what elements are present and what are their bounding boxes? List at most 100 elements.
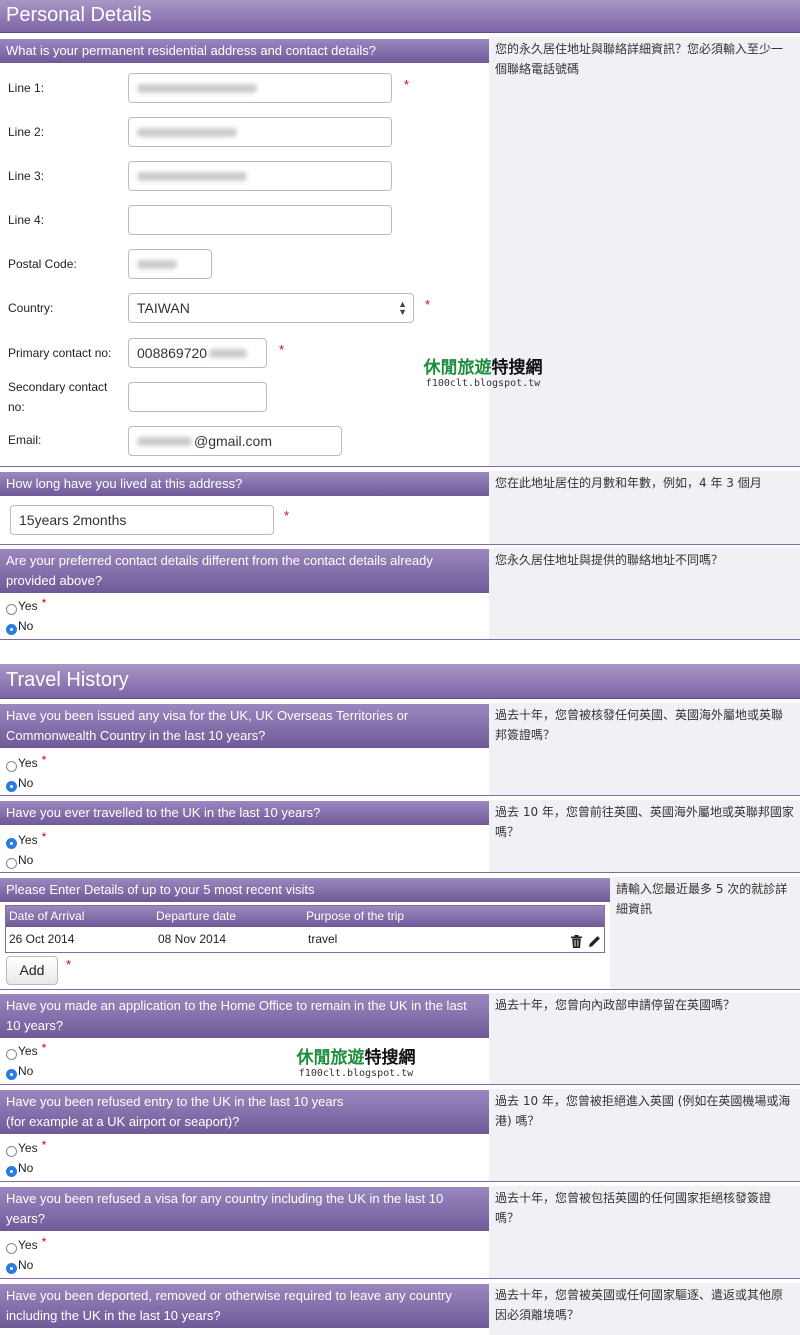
- watermark-text: 休閒旅遊特搜網: [296, 1048, 416, 1068]
- col-departure-date: Departure date: [156, 909, 237, 923]
- cell-arrival: 26 Oct 2014: [9, 932, 75, 946]
- address-question: What is your permanent residential addre…: [0, 39, 489, 63]
- deported-block: 過去十年，您曾被英國或任何國家驅逐、遣返或其他原因必須離境嗎？ Have you…: [0, 1283, 800, 1335]
- line1-label: Line 1:: [8, 81, 45, 95]
- watermark-text: 休閒旅遊特搜網: [423, 358, 543, 378]
- section-title-personal: Personal Details: [0, 0, 800, 33]
- radio-no[interactable]: [6, 1068, 17, 1080]
- visits-table-header: Date of Arrival Departure date Purpose o…: [6, 906, 604, 927]
- refused-entry-line1: Have you been refused entry to the UK in…: [6, 1094, 344, 1109]
- radio-yes[interactable]: [6, 1242, 17, 1254]
- col-purpose: Purpose of the trip: [306, 909, 405, 923]
- country-value: TAIWAN: [137, 300, 190, 316]
- cell-purpose: travel: [308, 932, 338, 946]
- line2-input[interactable]: [128, 117, 392, 147]
- section-title-travel: Travel History: [0, 664, 800, 699]
- line1-input[interactable]: [128, 73, 392, 103]
- address-block: 您的永久居住地址與聯絡詳細資訊？您必須輸入至少一個聯絡電話號碼 What is …: [0, 37, 800, 467]
- preferred-contact-note: 您永久居住地址與提供的聯絡地址不同嗎？: [489, 548, 800, 639]
- travelled-uk-block: 過去 10 年，您曾前往英國、英國海外屬地或英聯邦國家嗎？ Have you e…: [0, 800, 800, 873]
- refused-visa-yes[interactable]: Yes *: [6, 1235, 46, 1254]
- trash-icon[interactable]: [571, 932, 582, 956]
- radio-no[interactable]: [6, 623, 17, 635]
- refused-visa-question: Have you been refused a visa for any cou…: [0, 1187, 489, 1231]
- home-office-note: 過去十年，您曾向內政部申請停留在英國嗎？: [489, 993, 800, 1084]
- select-arrows-icon: ▲ ▼: [398, 299, 407, 317]
- radio-yes[interactable]: [6, 603, 17, 615]
- required-marker: *: [284, 508, 290, 523]
- visit-issued-block: 過去十年，您曾被核發任何英國、英國海外屬地或英聯邦簽證嗎？ Have you b…: [0, 703, 800, 796]
- visits-heading: Please Enter Details of up to your 5 mos…: [0, 878, 610, 902]
- home-office-yes[interactable]: Yes *: [6, 1041, 46, 1060]
- how-long-question: How long have you lived at this address?: [0, 472, 489, 496]
- how-long-block: 您在此地址居住的月數和年數，例如，4 年 3 個月 How long have …: [0, 471, 800, 545]
- postal-code-input[interactable]: [128, 249, 212, 279]
- required-marker: *: [425, 297, 431, 312]
- refused-visa-block: 過去十年，您曾被包括英國的任何國家拒絕核發簽證嗎？ Have you been …: [0, 1186, 800, 1279]
- travelled-uk-yes[interactable]: Yes *: [6, 830, 46, 849]
- add-button[interactable]: Add: [6, 956, 58, 985]
- cell-departure: 08 Nov 2014: [158, 932, 227, 946]
- primary-contact-value: 008869720: [137, 345, 208, 361]
- primary-contact-label: Primary contact no:: [8, 346, 112, 360]
- travelled-uk-question: Have you ever travelled to the UK in the…: [0, 801, 489, 825]
- table-row: 26 Oct 2014 08 Nov 2014 travel: [6, 927, 604, 951]
- radio-no[interactable]: [6, 1262, 17, 1274]
- line4-input[interactable]: [128, 205, 392, 235]
- deported-note: 過去十年，您曾被英國或任何國家驅逐、遣返或其他原因必須離境嗎？: [489, 1283, 800, 1335]
- refused-entry-yes[interactable]: Yes *: [6, 1138, 46, 1157]
- col-date-of-arrival: Date of Arrival: [9, 909, 85, 923]
- refused-entry-block: 過去 10 年，您曾被拒絕進入英國 (例如在英國機場或海港) 嗎？ Have y…: [0, 1089, 800, 1182]
- required-marker: *: [404, 77, 410, 92]
- email-label: Email:: [8, 433, 42, 447]
- radio-yes[interactable]: [6, 760, 17, 772]
- refused-visa-note: 過去十年，您曾被包括英國的任何國家拒絕核發簽證嗎？: [489, 1186, 800, 1278]
- primary-contact-input[interactable]: 008869720: [128, 338, 267, 368]
- line3-input[interactable]: [128, 161, 392, 191]
- refused-visa-no[interactable]: No: [6, 1257, 33, 1274]
- preferred-yes-option[interactable]: Yes *: [6, 596, 46, 615]
- edit-pencil-icon[interactable]: [588, 932, 601, 956]
- refused-entry-question: Have you been refused entry to the UK in…: [0, 1090, 489, 1134]
- required-marker: *: [279, 342, 285, 357]
- required-marker: *: [66, 957, 72, 972]
- visits-note: 請輸入您最近最多 5 次的就診詳細資訊: [610, 877, 800, 989]
- home-office-block: 過去十年，您曾向內政部申請停留在英國嗎？ Have you made an ap…: [0, 993, 800, 1085]
- preferred-contact-block: 您永久居住地址與提供的聯絡地址不同嗎？ Are your preferred c…: [0, 548, 800, 640]
- visits-block: 請輸入您最近最多 5 次的就診詳細資訊 Please Enter Details…: [0, 877, 800, 990]
- preferred-no-option[interactable]: No: [6, 618, 33, 635]
- radio-no[interactable]: [6, 780, 17, 792]
- visa-issued-no[interactable]: No: [6, 775, 33, 792]
- radio-no[interactable]: [6, 1165, 17, 1177]
- email-input[interactable]: @gmail.com: [128, 426, 342, 456]
- secondary-contact-label: Secondary contact no:: [8, 380, 108, 414]
- home-office-no[interactable]: No: [6, 1063, 33, 1080]
- radio-yes[interactable]: [6, 837, 17, 849]
- deported-question: Have you been deported, removed or other…: [0, 1284, 489, 1328]
- line3-label: Line 3:: [8, 169, 45, 183]
- radio-yes[interactable]: [6, 1048, 17, 1060]
- line2-label: Line 2:: [8, 125, 45, 139]
- visa-issued-note: 過去十年，您曾被核發任何英國、英國海外屬地或英聯邦簽證嗎？: [489, 703, 800, 795]
- watermark: 休閒旅遊特搜網 f100clt.blogspot.tw: [418, 353, 548, 389]
- radio-no[interactable]: [6, 857, 17, 869]
- radio-yes[interactable]: [6, 1145, 17, 1157]
- secondary-contact-input[interactable]: [128, 382, 267, 412]
- how-long-note: 您在此地址居住的月數和年數，例如，4 年 3 個月: [489, 471, 800, 544]
- refused-entry-note: 過去 10 年，您曾被拒絕進入英國 (例如在英國機場或海港) 嗎？: [489, 1089, 800, 1181]
- visa-issued-question: Have you been issued any visa for the UK…: [0, 704, 489, 748]
- refused-entry-no[interactable]: No: [6, 1160, 33, 1177]
- country-label: Country:: [8, 301, 54, 315]
- address-note: 您的永久居住地址與聯絡詳細資訊？您必須輸入至少一個聯絡電話號碼: [489, 37, 800, 466]
- watermark: 休閒旅遊特搜網 f100clt.blogspot.tw: [290, 1043, 422, 1079]
- visits-table: Date of Arrival Departure date Purpose o…: [5, 905, 605, 953]
- country-select[interactable]: TAIWAN ▲ ▼: [128, 293, 414, 323]
- refused-entry-line2: (for example at a UK airport or seaport)…: [6, 1114, 240, 1129]
- travelled-uk-no[interactable]: No: [6, 852, 33, 869]
- how-long-input[interactable]: 15years 2months: [10, 505, 274, 535]
- visa-issued-yes[interactable]: Yes *: [6, 753, 46, 772]
- watermark-url: f100clt.blogspot.tw: [425, 378, 541, 389]
- line4-label: Line 4:: [8, 213, 45, 227]
- postal-code-label: Postal Code:: [8, 257, 77, 271]
- travelled-uk-note: 過去 10 年，您曾前往英國、英國海外屬地或英聯邦國家嗎？: [489, 800, 800, 872]
